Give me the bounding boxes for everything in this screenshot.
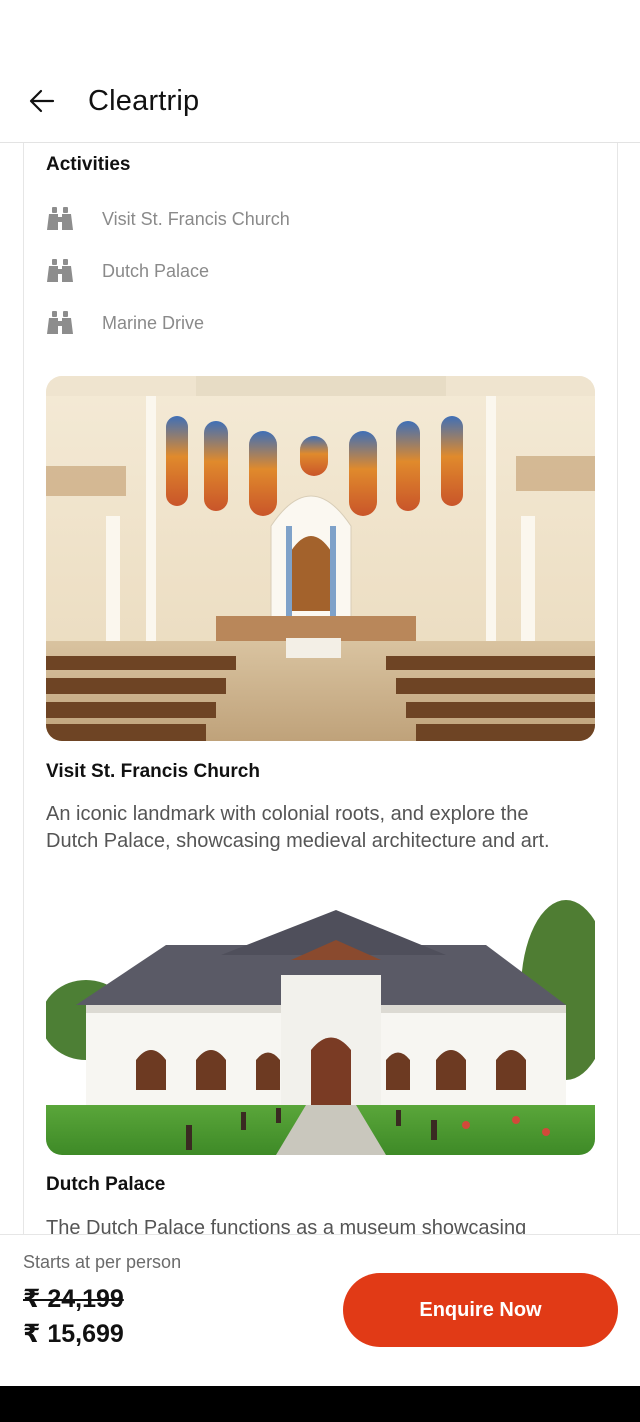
activities-heading: Activities: [46, 154, 131, 175]
activity-item[interactable]: Marine Drive: [46, 308, 586, 338]
app-title: Cleartrip: [88, 84, 200, 117]
arrow-left-icon: [29, 89, 55, 113]
card-title: Visit St. Francis Church: [46, 761, 260, 782]
original-price: ₹ 24,199: [23, 1285, 124, 1313]
card-description: An iconic landmark with colonial roots, …: [46, 803, 550, 852]
app-bar: Cleartrip: [0, 60, 640, 143]
activity-item[interactable]: Dutch Palace: [46, 256, 586, 286]
enquire-now-button[interactable]: Enquire Now: [343, 1273, 618, 1347]
activity-item[interactable]: Visit St. Francis Church: [46, 204, 586, 234]
binoculars-icon: [46, 205, 74, 233]
system-navigation-bar: [0, 1386, 640, 1422]
price-footer: Starts at per person ₹ 24,199 ₹ 15,699 E…: [0, 1234, 640, 1370]
activity-details-panel[interactable]: Activities Visit St. Francis Church Dutc…: [23, 143, 618, 1235]
back-button[interactable]: [14, 73, 70, 129]
activity-label: Dutch Palace: [102, 260, 210, 281]
dutch-palace-photo: [46, 880, 595, 1155]
binoculars-icon: [46, 309, 74, 337]
status-bar: [0, 0, 640, 60]
card-description: The Dutch Palace functions as a museum s…: [46, 1217, 527, 1235]
church-photo: [46, 376, 595, 741]
discounted-price: ₹ 15,699: [23, 1320, 124, 1348]
card-title: Dutch Palace: [46, 1174, 166, 1195]
activity-label: Visit St. Francis Church: [102, 208, 290, 229]
activity-label: Marine Drive: [102, 312, 205, 333]
binoculars-icon: [46, 257, 74, 285]
price-label: Starts at per person: [23, 1252, 182, 1272]
